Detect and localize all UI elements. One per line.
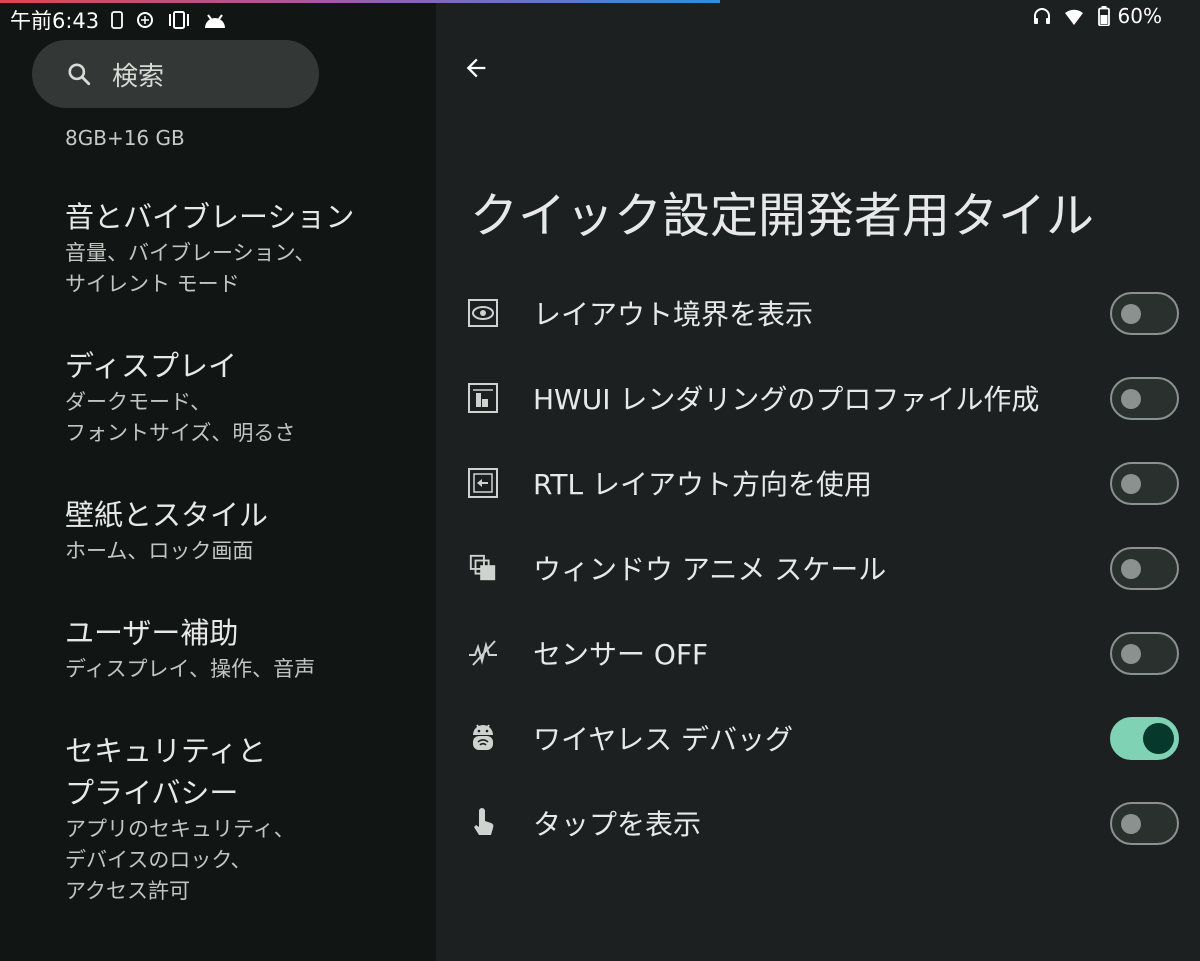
window-animation-icon: [466, 551, 500, 585]
nav-item-subtitle: ダークモード、: [65, 390, 212, 414]
status-time: 午前6:43: [10, 9, 100, 33]
storage-summary: 8GB+16 GB: [65, 126, 185, 150]
tile-row-sensors-off[interactable]: センサー OFF: [436, 610, 1200, 695]
nav-item-subtitle: フォントサイズ、明るさ: [65, 421, 296, 445]
nav-item-accessibility[interactable]: ユーザー補助 ディスプレイ、操作、音声: [65, 612, 425, 685]
toggle-knob: [1121, 389, 1141, 409]
search-icon: [66, 61, 92, 87]
page-title: クイック設定開発者用タイル: [470, 188, 1095, 244]
toggle-knob: [1121, 644, 1141, 664]
tile-label: ウィンドウ アニメ スケール: [533, 553, 887, 586]
tile-row-window-animation-scale[interactable]: ウィンドウ アニメ スケール: [436, 525, 1200, 610]
screen-rotate-icon: [167, 10, 191, 30]
nav-item-title: セキュリティと: [65, 734, 267, 768]
back-button[interactable]: [460, 54, 492, 86]
toggle-switch[interactable]: [1110, 377, 1179, 420]
toggle-switch[interactable]: [1110, 462, 1179, 505]
nav-item-display[interactable]: ディスプレイ ダークモード、 フォントサイズ、明るさ: [65, 345, 425, 449]
toggle-switch[interactable]: [1110, 802, 1179, 845]
tile-label: ワイヤレス デバッグ: [533, 723, 794, 756]
android-debug-icon: [466, 721, 500, 755]
nav-item-subtitle: アプリのセキュリティ、: [65, 817, 295, 841]
toggle-switch[interactable]: [1110, 632, 1179, 675]
nav-item-security-privacy[interactable]: セキュリティと プライバシー アプリのセキュリティ、 デバイスのロック、 アクセ…: [65, 730, 425, 907]
wifi-icon: [1060, 6, 1090, 26]
nav-item-subtitle: アクセス許可: [65, 879, 190, 903]
settings-navigation-pane: 検索 8GB+16 GB 音とバイブレーション 音量、バイブレーション、 サイレ…: [0, 0, 436, 961]
nav-item-title: 壁紙とスタイル: [65, 498, 269, 532]
toggle-switch[interactable]: [1110, 292, 1179, 335]
nav-item-subtitle: 音量、バイブレーション、: [65, 241, 316, 265]
nav-item-title: 音とバイブレーション: [65, 200, 355, 234]
nav-item-title: ディスプレイ: [65, 349, 237, 383]
android-head-icon: [203, 11, 227, 29]
status-left: 午前6:43: [10, 5, 227, 35]
search-placeholder: 検索: [112, 61, 165, 92]
tile-label: レイアウト境界を表示: [533, 298, 814, 331]
tile-row-hwui-profile[interactable]: HWUI レンダリングのプロファイル作成: [436, 355, 1200, 440]
gpu-profile-icon: [466, 381, 500, 415]
tile-label: センサー OFF: [533, 638, 709, 671]
sensors-off-icon: [466, 636, 500, 670]
tile-row-rtl-layout[interactable]: RTL レイアウト方向を使用: [436, 440, 1200, 525]
toggle-knob: [1121, 559, 1141, 579]
layout-bounds-icon: [466, 296, 500, 330]
nav-item-subtitle: デバイスのロック、: [65, 848, 252, 872]
tile-label: RTL レイアウト方向を使用: [533, 468, 873, 501]
toggle-knob: [1121, 814, 1141, 834]
tile-label: タップを表示: [533, 808, 702, 841]
toggle-knob: [1121, 304, 1141, 324]
headphones-icon: [1032, 7, 1052, 25]
nav-item-wallpaper-style[interactable]: 壁紙とスタイル ホーム、ロック画面: [65, 494, 425, 567]
nav-item-title: プライバシー: [65, 776, 239, 810]
toggle-knob: [1143, 723, 1174, 754]
nav-item-subtitle: ディスプレイ、操作、音声: [65, 657, 316, 681]
tile-row-show-layout-bounds[interactable]: レイアウト境界を表示: [436, 270, 1200, 355]
arrow-back-icon: [462, 54, 490, 86]
nav-item-subtitle: サイレント モード: [65, 272, 240, 296]
toggle-knob: [1121, 474, 1141, 494]
search-bar[interactable]: 検索: [32, 40, 319, 108]
battery-icon: [1097, 6, 1110, 26]
phone-icon: [111, 11, 124, 29]
battery-percentage: 60%: [1117, 4, 1162, 28]
tile-row-show-taps[interactable]: タップを表示: [436, 780, 1200, 865]
rtl-layout-icon: [466, 466, 500, 500]
status-bar: 午前6:43 60%: [0, 3, 1200, 33]
nav-item-subtitle: ホーム、ロック画面: [65, 539, 254, 563]
toggle-switch[interactable]: [1110, 547, 1179, 590]
settings-screen: 検索 8GB+16 GB 音とバイブレーション 音量、バイブレーション、 サイレ…: [0, 0, 1200, 961]
nav-item-sound-vibration[interactable]: 音とバイブレーション 音量、バイブレーション、 サイレント モード: [65, 196, 425, 300]
status-right: 60%: [1032, 4, 1162, 28]
touch-icon: [466, 806, 500, 840]
sync-icon: [135, 10, 155, 30]
toggle-switch[interactable]: [1110, 717, 1179, 760]
tile-label: HWUI レンダリングのプロファイル作成: [533, 383, 1040, 416]
nav-item-title: ユーザー補助: [65, 616, 239, 650]
tile-row-wireless-debugging[interactable]: ワイヤレス デバッグ: [436, 695, 1200, 780]
